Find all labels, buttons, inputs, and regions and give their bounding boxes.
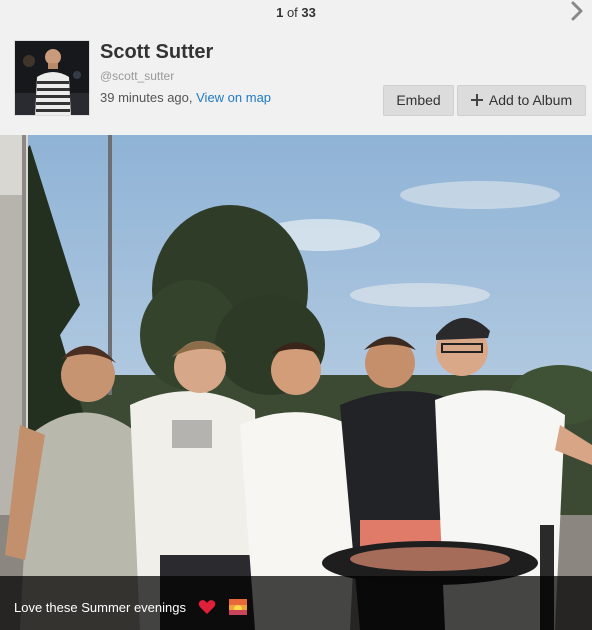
post-photo[interactable]: Love these Summer evenings — [0, 135, 592, 630]
add-to-album-button[interactable]: Add to Album — [457, 85, 586, 116]
caption-bar: Love these Summer evenings — [0, 576, 592, 630]
photo-pager: 1 of 33 — [0, 4, 592, 22]
heart-emoji-icon — [198, 599, 216, 615]
pager-separator: of — [286, 5, 298, 20]
embed-button[interactable]: Embed — [383, 85, 454, 116]
profile-handle: @scott_sutter — [100, 69, 175, 83]
pager-total: 33 — [301, 5, 316, 20]
profile-name[interactable]: Scott Sutter — [100, 41, 213, 64]
group-photo-image — [0, 135, 592, 630]
next-photo-arrow-icon[interactable] — [568, 0, 586, 22]
profile-header: Scott Sutter @scott_sutter 39 minutes ag… — [14, 40, 586, 120]
caption-text: Love these Summer evenings — [14, 600, 186, 615]
add-to-album-label: Add to Album — [488, 92, 573, 108]
view-on-map-link[interactable]: View on map — [196, 90, 271, 105]
avatar[interactable] — [14, 40, 90, 116]
sunset-emoji-icon — [229, 599, 248, 615]
pager-current: 1 — [276, 5, 284, 20]
post-meta: 39 minutes ago, View on map — [100, 90, 271, 105]
post-time: 39 minutes ago, — [100, 90, 197, 105]
plus-icon — [470, 94, 483, 106]
photo-caption: Love these Summer evenings — [14, 599, 248, 615]
